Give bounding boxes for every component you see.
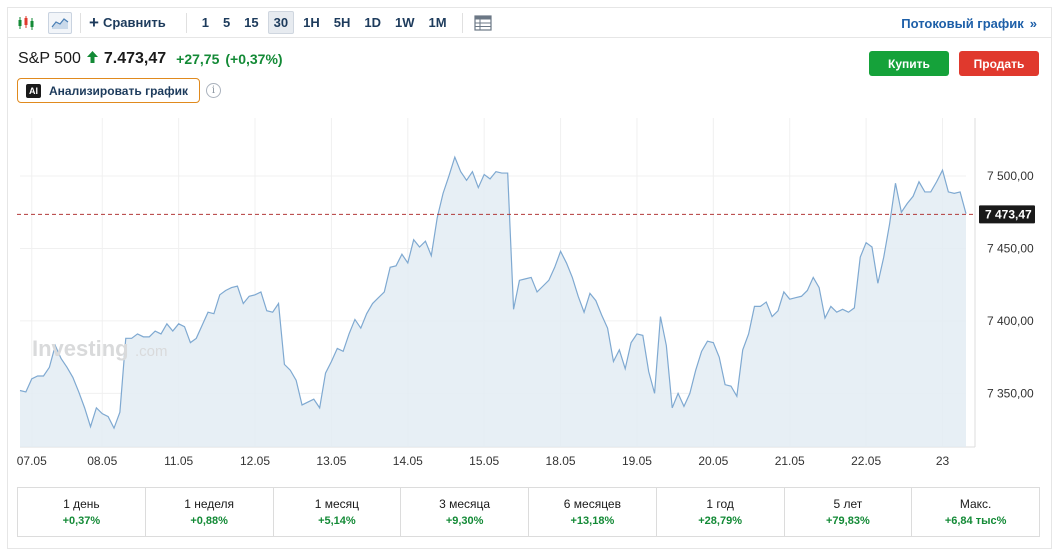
area-chart-icon[interactable] <box>48 11 72 34</box>
x-tick-label: 12.05 <box>240 454 270 468</box>
performance-value: +0,88% <box>190 515 228 527</box>
x-tick-label: 19.05 <box>622 454 652 468</box>
interval-1[interactable]: 1 <box>197 12 214 33</box>
price-change-percent: (+0,37%) <box>225 51 283 67</box>
compare-button[interactable]: + Сравнить <box>89 12 166 32</box>
interval-1w[interactable]: 1W <box>390 12 420 33</box>
sell-button[interactable]: Продать <box>959 51 1039 76</box>
interval-30[interactable]: 30 <box>267 11 295 34</box>
plus-icon: + <box>89 12 99 32</box>
ai-icon: AI <box>26 83 41 98</box>
performance-cell[interactable]: 6 месяцев +13,18% <box>529 488 657 536</box>
double-chevron-right-icon: » <box>1029 15 1037 31</box>
watermark-brand: Investing <box>32 336 129 361</box>
x-tick-label: 23 <box>936 454 950 468</box>
performance-cell[interactable]: 1 день +0,37% <box>18 488 146 536</box>
performance-value: +0,37% <box>62 515 101 527</box>
performance-cell[interactable]: 1 месяц +5,14% <box>274 488 402 536</box>
interval-1h[interactable]: 1H <box>298 12 325 33</box>
performance-period: Макс. <box>959 497 992 511</box>
performance-period: 6 месяцев <box>563 497 621 511</box>
performance-cell[interactable]: 1 неделя +0,88% <box>146 488 274 536</box>
performance-value: +79,83% <box>826 515 870 527</box>
price-area-fill <box>20 157 966 447</box>
last-price: 7.473,47 <box>103 50 167 67</box>
table-view-icon[interactable] <box>471 12 495 34</box>
x-tick-label: 14.05 <box>393 454 423 468</box>
instrument-name: S&P 500 <box>18 50 81 67</box>
buy-button[interactable]: Купить <box>869 51 949 76</box>
interval-selector: 1 5 15 30 1H 5H 1D 1W 1M <box>195 11 454 34</box>
performance-value: +6,84 тыс% <box>944 515 1007 527</box>
last-price-label: 7 473,47 <box>979 205 1035 224</box>
streaming-chart-link[interactable]: Потоковый график » <box>901 8 1037 38</box>
x-tick-label: 18.05 <box>546 454 576 468</box>
x-tick-label: 11.05 <box>164 454 193 468</box>
analyze-chart-button[interactable]: AI Анализировать график <box>17 78 200 103</box>
interval-5h[interactable]: 5H <box>329 12 356 33</box>
performance-value: +13,18% <box>570 515 615 527</box>
interval-5[interactable]: 5 <box>218 12 235 33</box>
x-tick-label: 15.05 <box>469 454 499 468</box>
price-chart[interactable]: Investing .com 7 350,007 400,007 450,007… <box>0 110 1059 480</box>
x-tick-label: 21.05 <box>775 454 805 468</box>
y-tick-label: 7 350,00 <box>987 386 1034 400</box>
y-tick-label: 7 450,00 <box>987 241 1034 255</box>
performance-period: 5 лет <box>833 497 863 511</box>
performance-period: 1 неделя <box>184 497 235 511</box>
performance-period: 1 день <box>63 497 100 511</box>
performance-cell[interactable]: Макс. +6,84 тыс% <box>912 488 1039 536</box>
chart-toolbar: + Сравнить 1 5 15 30 1H 5H 1D 1W 1M Потоковый гр… <box>8 8 1051 38</box>
x-tick-label: 07.05 <box>17 454 47 468</box>
x-axis: 07.05 08.05 11.05 12.05 13.05 14.05 15.05 18.05… <box>17 454 950 468</box>
performance-period: 3 месяца <box>439 497 491 511</box>
interval-1d[interactable]: 1D <box>359 12 386 33</box>
interval-15[interactable]: 15 <box>239 12 263 33</box>
performance-period: 1 год <box>706 497 734 511</box>
toolbar-divider <box>80 12 81 33</box>
watermark-suffix: .com <box>135 343 168 360</box>
performance-cell[interactable]: 5 лет +79,83% <box>785 488 913 536</box>
arrow-up-icon <box>86 50 98 68</box>
last-price-label-text: 7 473,47 <box>985 207 1032 221</box>
streaming-chart-label: Потоковый график <box>901 15 1024 31</box>
performance-value: +5,14% <box>318 515 356 527</box>
x-tick-label: 20.05 <box>698 454 728 468</box>
candlestick-chart-icon[interactable] <box>14 12 38 34</box>
y-tick-label: 7 400,00 <box>987 314 1034 328</box>
price-change: +27,75 <box>176 51 220 67</box>
performance-strip: 1 день +0,37% 1 неделя +0,88% 1 месяц +5,14% 3… <box>17 487 1040 537</box>
performance-cell[interactable]: 1 год +28,79% <box>657 488 785 536</box>
info-icon[interactable]: i <box>206 83 221 98</box>
x-tick-label: 22.05 <box>851 454 881 468</box>
y-tick-label: 7 500,00 <box>987 169 1034 183</box>
performance-value: +9,30% <box>445 515 484 527</box>
performance-period: 1 месяц <box>314 497 360 511</box>
performance-value: +28,79% <box>698 515 742 527</box>
analyze-chart-label: Анализировать график <box>49 83 188 98</box>
performance-cell[interactable]: 3 месяца +9,30% <box>401 488 529 536</box>
interval-1m[interactable]: 1M <box>423 12 451 33</box>
toolbar-divider <box>185 12 187 33</box>
compare-label: Сравнить <box>102 15 166 30</box>
toolbar-divider <box>461 12 463 33</box>
x-tick-label: 08.05 <box>87 454 117 468</box>
x-tick-label: 13.05 <box>316 454 346 468</box>
y-axis: 7 350,00 7 400,00 7 450,00 7 500,00 <box>987 169 1034 400</box>
quote-header: S&P 500 7.473,47 +27,75 (+0,37%) <box>18 50 283 68</box>
